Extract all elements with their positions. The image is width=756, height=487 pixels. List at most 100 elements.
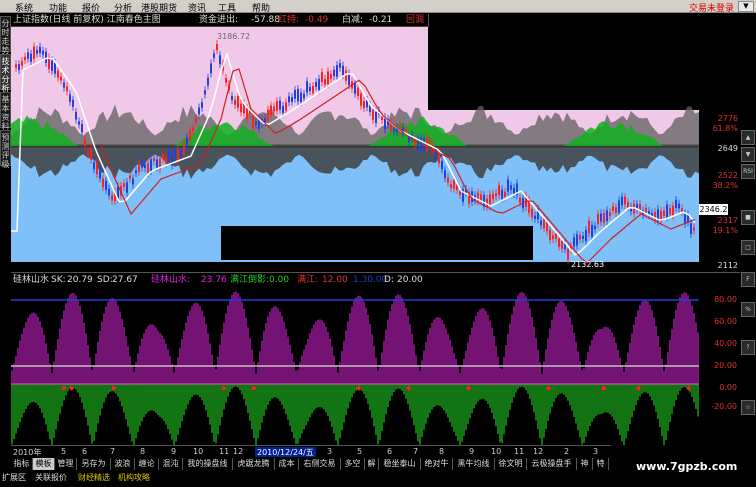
candle-body xyxy=(663,210,665,217)
tab-chan[interactable]: 缠论 xyxy=(135,458,159,470)
tab-forecast[interactable]: 预测评级 xyxy=(0,130,11,169)
tab-my-line[interactable]: 我的操盘线 xyxy=(183,458,233,470)
candle-body xyxy=(579,235,581,240)
tab-chaos[interactable]: 混沌 xyxy=(159,458,183,470)
tab-indicator[interactable]: 指标 xyxy=(11,458,33,470)
side-button-6[interactable]: F xyxy=(741,272,755,287)
candle-body xyxy=(288,96,290,103)
tab-steady[interactable]: 稳坐泰山 xyxy=(379,458,421,470)
menu-news[interactable]: 资讯 xyxy=(188,1,206,14)
blue-value: 1.30.00 xyxy=(353,275,388,285)
scroll-up-button[interactable]: ▲ xyxy=(741,130,755,145)
date-n10: 10 xyxy=(491,447,502,456)
menu-hk-futures[interactable]: 港股期货 xyxy=(141,1,177,14)
signal-marker: ◆ xyxy=(686,384,692,392)
chart-header: 上证指数(日线 前复权) 江南春色主图 资金进出: -57.88 红持: -0.… xyxy=(11,14,428,38)
candle-body xyxy=(594,225,596,229)
tick-191: 19.1% xyxy=(712,226,738,235)
tab-black-bull[interactable]: 黑牛均线 xyxy=(453,458,495,470)
tab-jie[interactable]: 解 xyxy=(365,458,379,470)
menu-help[interactable]: 帮助 xyxy=(252,1,270,14)
candle-body xyxy=(444,170,446,179)
candle-body xyxy=(450,184,452,188)
tick-2776: 2776 xyxy=(717,114,738,123)
tab-technical[interactable]: 技术分析 xyxy=(0,54,11,93)
side-button-7[interactable]: % xyxy=(741,302,755,317)
candle-body xyxy=(678,203,680,209)
candle-body xyxy=(102,178,104,188)
extra-tab-bar: 扩展区 关联报价 财经精选 机构攻略 xyxy=(0,471,200,485)
candle-body xyxy=(312,86,314,94)
tab-yunji[interactable]: 云极操盘手 xyxy=(527,458,577,470)
candle-body xyxy=(609,212,611,217)
candle-body xyxy=(573,237,575,247)
candle-body xyxy=(84,138,86,147)
tab-finance[interactable]: 财经精选 xyxy=(78,472,110,483)
menu-bar: 系统 功能 报价 分析 港股期货 资讯 工具 帮助 交易未登录 ▼ xyxy=(0,0,756,14)
menu-quote[interactable]: 报价 xyxy=(82,1,100,14)
price-chart: 3186.72 2132.63 xyxy=(11,27,699,272)
signal-marker: ◆ xyxy=(466,384,472,392)
tab-institution[interactable]: 机构攻略 xyxy=(118,472,150,483)
side-button-4[interactable]: ■ xyxy=(741,210,755,225)
menu-function[interactable]: 功能 xyxy=(49,1,67,14)
login-status[interactable]: 交易未登录 xyxy=(689,1,734,14)
scroll-down-button[interactable]: ▼ xyxy=(741,147,755,162)
candle-body xyxy=(156,159,158,168)
tab-cost[interactable]: 成本 xyxy=(275,458,299,470)
side-button-8[interactable]: ? xyxy=(741,340,755,355)
candle-body xyxy=(381,116,383,121)
tab-template[interactable]: 模板 xyxy=(33,458,55,470)
signal-marker: ◆ xyxy=(61,384,67,392)
rsi-button[interactable]: RSI xyxy=(741,164,755,179)
candle-body xyxy=(69,94,71,102)
bei-value: 0.00 xyxy=(269,275,290,285)
date-m5: 5 xyxy=(61,447,67,456)
tab-fundamental[interactable]: 基本资料 xyxy=(0,92,11,131)
candle-body xyxy=(510,185,512,190)
candle-body xyxy=(441,160,443,170)
sd-label: SD: xyxy=(97,275,113,285)
candle-body xyxy=(423,138,425,151)
tab-related-quote[interactable]: 关联报价 xyxy=(35,472,67,483)
candle-body xyxy=(372,109,374,120)
date-n3b: 3 xyxy=(593,447,599,456)
left-tabs: 分时走势 技术分析 基本资料 预测评级 xyxy=(0,14,11,452)
tab-shen[interactable]: 神 xyxy=(577,458,593,470)
tab-timeshare[interactable]: 分时走势 xyxy=(0,16,11,55)
candle-body xyxy=(81,123,83,133)
candle-body xyxy=(327,71,329,85)
price-axis: 2776 61.8% 2649 2522 38.2% 2317 19.1% 21… xyxy=(699,110,740,272)
candle-body xyxy=(270,105,272,116)
itick-neg20: -20.00 xyxy=(711,402,737,411)
itick-0: 0.00 xyxy=(719,383,737,392)
tab-tiger[interactable]: 虎踞龙腾 xyxy=(233,458,275,470)
side-button-5[interactable]: □ xyxy=(741,240,755,255)
watermark: www.7gpzb.com xyxy=(636,460,738,473)
tab-xu[interactable]: 徐文明 xyxy=(495,458,527,470)
menu-tools[interactable]: 工具 xyxy=(218,1,236,14)
candle-body xyxy=(18,64,20,71)
dropdown-button[interactable]: ▼ xyxy=(738,1,754,12)
candle-body xyxy=(519,197,521,203)
candle-body xyxy=(591,224,593,237)
tab-wave[interactable]: 波浪 xyxy=(111,458,135,470)
tab-right-trade[interactable]: 右侧交易 xyxy=(299,458,341,470)
tab-save-as[interactable]: 另存为 xyxy=(77,458,111,470)
tab-manage[interactable]: 管理 xyxy=(55,458,77,470)
candle-body xyxy=(96,162,98,175)
tab-expand[interactable]: 扩展区 xyxy=(2,472,26,483)
tab-te[interactable]: 特 xyxy=(593,458,609,470)
high-label: 3186.72 xyxy=(217,32,250,41)
candle-body xyxy=(495,193,497,197)
side-button-9[interactable]: ☆ xyxy=(741,400,755,415)
candle-body xyxy=(183,142,185,154)
candle-body xyxy=(192,127,194,132)
candle-body xyxy=(27,52,29,59)
menu-system[interactable]: 系统 xyxy=(15,1,33,14)
tab-bull[interactable]: 绝对牛 xyxy=(421,458,453,470)
tab-long-short[interactable]: 多空 xyxy=(341,458,365,470)
fund-in-value: -57.88 xyxy=(251,15,281,25)
candle-body xyxy=(42,50,44,55)
menu-analysis[interactable]: 分析 xyxy=(114,1,132,14)
